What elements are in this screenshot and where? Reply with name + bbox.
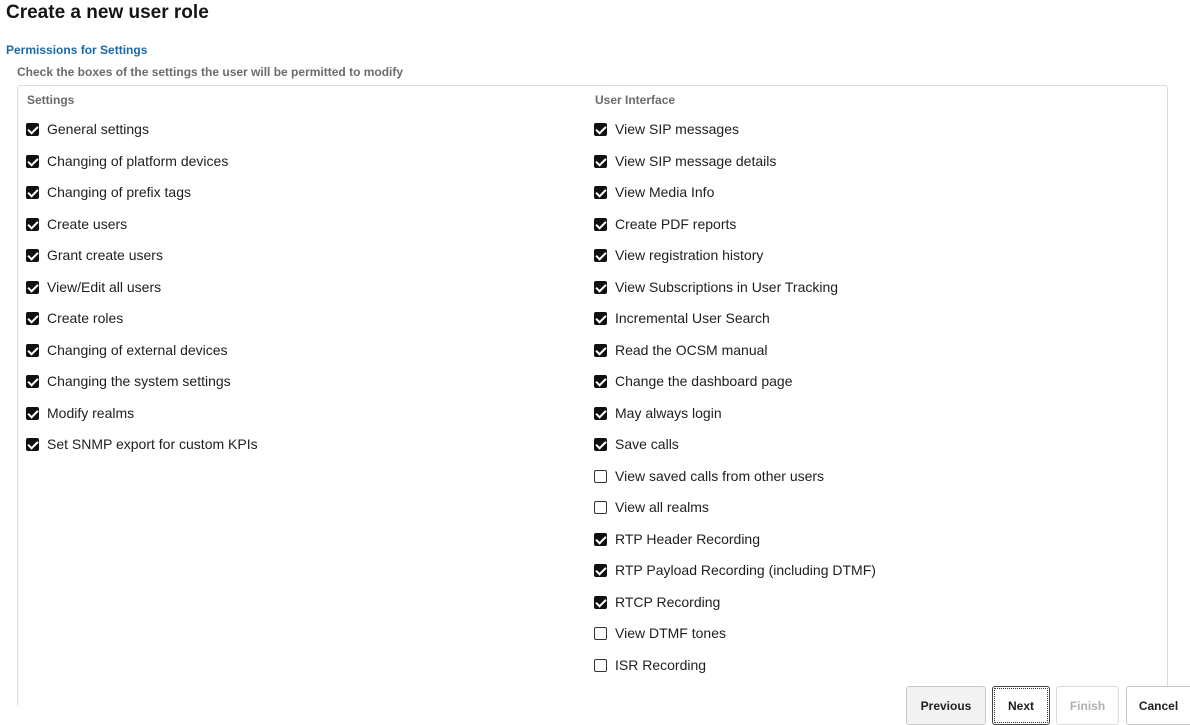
user-interface-permission-label: View Subscriptions in User Tracking bbox=[615, 278, 839, 295]
finish-button[interactable]: Finish bbox=[1056, 686, 1119, 725]
user-interface-permission-checkbox[interactable] bbox=[594, 249, 607, 262]
user-interface-permission-label: Save calls bbox=[615, 436, 679, 452]
cancel-button[interactable]: Cancel bbox=[1126, 686, 1190, 725]
permissions-panel: Settings General settings Changing of pla… bbox=[17, 85, 1168, 705]
user-interface-permission-label: Create PDF reports bbox=[615, 215, 737, 232]
settings-permission-label: Changing of platform devices bbox=[47, 152, 229, 169]
user-interface-permission-label: RTP Payload Recording (including DTMF) bbox=[615, 562, 876, 578]
user-interface-column-header: User Interface bbox=[595, 93, 676, 107]
settings-permission-checkbox[interactable] bbox=[26, 217, 39, 231]
user-interface-permission-label: RTP Header Recording bbox=[615, 530, 761, 547]
previous-button[interactable]: Previous bbox=[906, 686, 986, 725]
user-interface-permission-label: View saved calls from other users bbox=[615, 467, 825, 484]
user-interface-permission-checkbox[interactable] bbox=[594, 564, 607, 577]
settings-permission-label: Grant create users bbox=[47, 247, 163, 263]
settings-permission-label: Create users bbox=[47, 215, 128, 232]
user-interface-permission-label: View SIP messages bbox=[615, 121, 739, 137]
user-interface-permission-label: View all realms bbox=[615, 499, 709, 515]
settings-permission-checkbox[interactable] bbox=[26, 438, 39, 451]
settings-permission-checkbox[interactable] bbox=[26, 186, 39, 199]
settings-permission-label: Create roles bbox=[47, 310, 124, 326]
user-interface-permission-checkbox[interactable] bbox=[594, 501, 607, 514]
settings-permission-checkbox[interactable] bbox=[26, 406, 39, 420]
settings-permission-checkbox[interactable] bbox=[26, 249, 39, 262]
settings-permission-label: View/Edit all users bbox=[47, 278, 162, 295]
user-interface-permission-label: Read the OCSM manual bbox=[615, 341, 768, 358]
user-interface-permission-label: Incremental User Search bbox=[615, 310, 770, 326]
settings-permission-label: Changing of external devices bbox=[47, 341, 228, 358]
user-interface-permission-checkbox[interactable] bbox=[594, 154, 607, 168]
user-interface-permission-checkbox[interactable] bbox=[594, 595, 607, 609]
user-interface-permission-checkbox[interactable] bbox=[594, 343, 607, 357]
user-interface-permission-label: RTCP Recording bbox=[615, 593, 721, 610]
settings-permission-checkbox[interactable] bbox=[26, 375, 39, 388]
settings-permission-label: Changing the system settings bbox=[47, 373, 231, 389]
settings-permission-checkbox[interactable] bbox=[26, 343, 39, 357]
page-title: Create a new user role bbox=[6, 2, 209, 23]
user-interface-permission-checkbox[interactable] bbox=[594, 186, 607, 199]
settings-column-header: Settings bbox=[27, 93, 75, 107]
user-interface-permission-checkbox[interactable] bbox=[594, 469, 607, 483]
settings-permission-checkbox[interactable] bbox=[26, 154, 39, 168]
user-interface-permission-label: Change the dashboard page bbox=[615, 373, 793, 389]
user-interface-permission-label: View DTMF tones bbox=[615, 625, 726, 641]
user-interface-permission-label: ISR Recording bbox=[615, 656, 707, 673]
settings-permission-label: Changing of prefix tags bbox=[47, 184, 191, 200]
section-title: Permissions for Settings bbox=[6, 43, 148, 57]
user-interface-permission-checkbox[interactable] bbox=[594, 438, 607, 451]
user-interface-permission-checkbox[interactable] bbox=[594, 532, 607, 546]
next-button[interactable]: Next bbox=[992, 686, 1050, 725]
user-interface-permission-checkbox[interactable] bbox=[594, 627, 607, 640]
user-interface-permission-checkbox[interactable] bbox=[594, 123, 607, 136]
settings-permission-label: Modify realms bbox=[47, 404, 135, 421]
user-interface-permission-checkbox[interactable] bbox=[594, 658, 607, 672]
user-interface-permission-label: May always login bbox=[615, 404, 722, 421]
section-description: Check the boxes of the settings the user… bbox=[17, 65, 404, 79]
user-interface-permission-checkbox[interactable] bbox=[594, 217, 607, 231]
user-interface-permission-checkbox[interactable] bbox=[594, 375, 607, 388]
user-interface-permission-checkbox[interactable] bbox=[594, 312, 607, 325]
settings-permission-checkbox[interactable] bbox=[26, 312, 39, 325]
user-interface-permission-checkbox[interactable] bbox=[594, 280, 607, 294]
settings-permission-checkbox[interactable] bbox=[26, 280, 39, 294]
settings-permission-label: Set SNMP export for custom KPIs bbox=[47, 436, 258, 452]
user-interface-permission-label: View Media Info bbox=[615, 184, 715, 200]
settings-permission-checkbox[interactable] bbox=[26, 123, 39, 136]
user-interface-permission-checkbox[interactable] bbox=[594, 406, 607, 420]
settings-permission-label: General settings bbox=[47, 121, 149, 137]
user-interface-permission-label: View registration history bbox=[615, 247, 764, 263]
user-interface-permission-label: View SIP message details bbox=[615, 152, 777, 169]
